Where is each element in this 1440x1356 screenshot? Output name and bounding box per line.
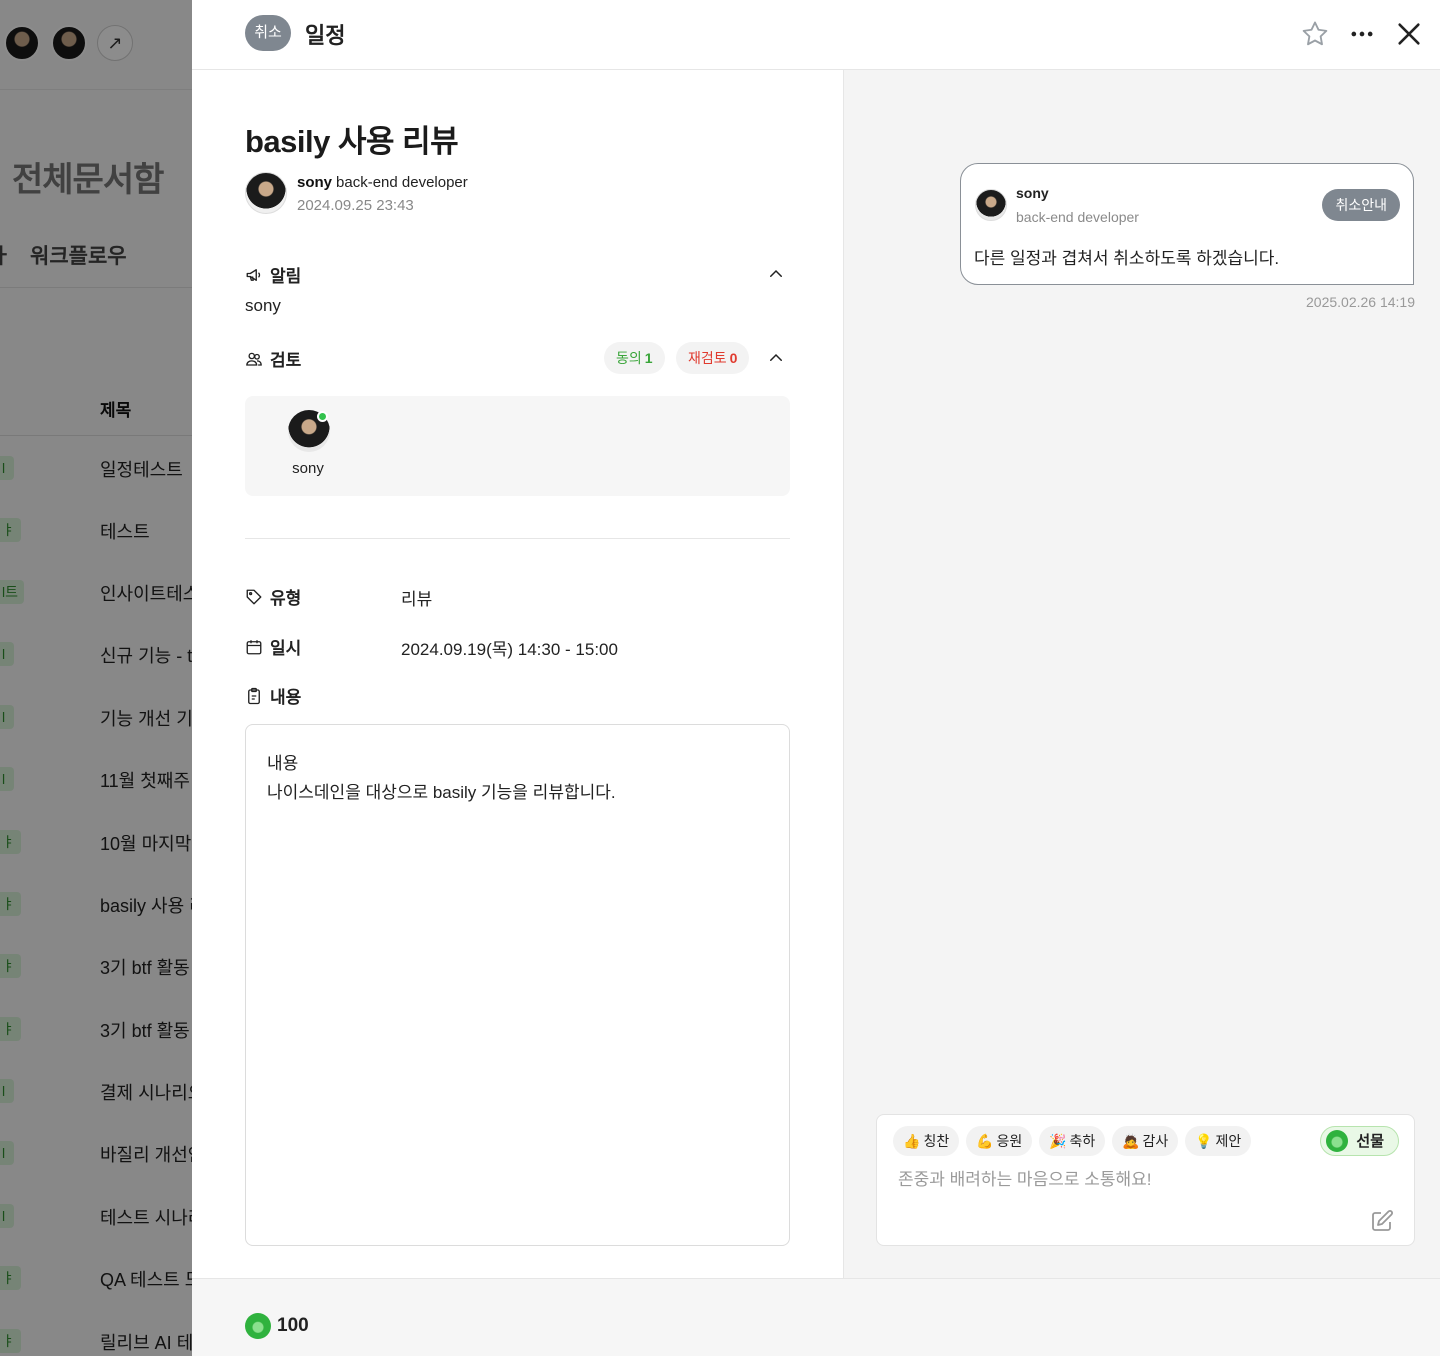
agree-label: 동의: [616, 350, 642, 366]
reaction-label: 감사: [1142, 1133, 1169, 1149]
calendar-icon: [246, 639, 262, 654]
author-date: 2024.09.25 23:43: [297, 197, 414, 214]
comment-timestamp: 2025.02.26 14:19: [1306, 294, 1415, 310]
content-label: 내용: [270, 688, 302, 707]
reaction-thanks-button[interactable]: 🙇 감사: [1112, 1126, 1179, 1156]
modal-header: 취소 일정: [192, 0, 1440, 70]
type-field-label: 유형: [245, 584, 301, 609]
commenter-avatar[interactable]: [975, 189, 1007, 221]
author-info: sony back-end developer: [297, 174, 468, 191]
author-role: back-end developer: [336, 174, 468, 191]
datetime-label: 일시: [270, 639, 302, 658]
gift-coin-icon: [1326, 1130, 1349, 1152]
content-field-label: 내용: [245, 683, 301, 708]
coin-count: 100: [277, 1315, 309, 1336]
alarm-recipient: sony: [245, 296, 281, 315]
reviewer-list: sony: [245, 396, 790, 496]
reaction-label: 응원: [996, 1133, 1023, 1149]
commenter-name: sony: [1016, 185, 1049, 201]
comment-composer: 👍 칭찬 💪 응원 🎉 축하 🙇 감사 💡 제안 선물: [876, 1114, 1415, 1246]
document-panel: basily 사용 리뷰 sony back-end developer 2024…: [192, 70, 843, 1278]
review-section-label: 검토: [245, 346, 301, 371]
reaction-celebrate-button[interactable]: 🎉 축하: [1039, 1126, 1106, 1156]
tag-icon: [246, 589, 262, 604]
background-page: ↗ 전체문서함 ㅏ 워크플로우 제목 l 일정테스트 ㅑ 테스트 l트 인사이트테스 …: [0, 0, 192, 1356]
agree-count-pill[interactable]: 동의 1: [604, 342, 665, 374]
rereview-label: 재검토: [688, 350, 727, 366]
clipboard-icon: [248, 687, 260, 704]
close-icon[interactable]: [1392, 17, 1426, 51]
reaction-suggest-button[interactable]: 💡 제안: [1185, 1126, 1252, 1156]
schedule-detail-modal: 취소 일정 basily 사용 리뷰 sony back-end develope…: [192, 0, 1440, 1356]
rereview-count-pill[interactable]: 재검토 0: [676, 342, 750, 374]
author-name: sony: [297, 174, 333, 191]
comment-bubble: sony back-end developer 취소안내 다른 일정과 겹쳐서 …: [960, 163, 1414, 285]
content-body: 내용 나이스데인을 대상으로 basily 기능을 리뷰합니다.: [245, 724, 790, 1246]
comment-type-badge: 취소안내: [1322, 189, 1400, 221]
edit-icon[interactable]: [1370, 1209, 1394, 1233]
flexed-arm-icon: 💪: [976, 1133, 994, 1149]
megaphone-icon: [246, 268, 261, 281]
type-value: 리뷰: [401, 590, 433, 609]
thumbs-up-icon: 👍: [903, 1133, 921, 1149]
light-bulb-icon: 💡: [1195, 1133, 1213, 1149]
bowing-person-icon: 🙇: [1122, 1133, 1140, 1149]
status-badge: 취소: [245, 15, 291, 51]
reviewer-name: sony: [292, 460, 324, 477]
party-popper-icon: 🎉: [1049, 1133, 1067, 1149]
document-title: basily 사용 리뷰: [245, 124, 459, 159]
datetime-field-label: 일시: [245, 634, 301, 659]
collapse-review-chevron-up-icon[interactable]: [765, 347, 787, 369]
coin-icon: [245, 1313, 271, 1339]
reaction-label: 축하: [1069, 1133, 1096, 1149]
reaction-cheer-button[interactable]: 💪 응원: [966, 1126, 1033, 1156]
gift-button[interactable]: 선물: [1320, 1126, 1399, 1156]
comment-text: 다른 일정과 겹쳐서 취소하도록 하겠습니다.: [974, 249, 1280, 268]
online-status-dot: [317, 411, 328, 422]
star-icon[interactable]: [1298, 17, 1332, 51]
commenter-role: back-end developer: [1016, 209, 1139, 225]
coin-balance: 100: [245, 1313, 309, 1339]
type-label: 유형: [270, 589, 302, 608]
reaction-praise-button[interactable]: 👍 칭찬: [893, 1126, 960, 1156]
modal-footer: 100: [192, 1278, 1440, 1356]
reaction-label: 칭찬: [923, 1133, 950, 1149]
datetime-value: 2024.09.19(목) 14:30 - 15:00: [401, 640, 618, 659]
alarm-section-label: 알림: [245, 262, 301, 287]
comment-panel: sony back-end developer 취소안내 다른 일정과 겹쳐서 …: [843, 70, 1440, 1278]
users-icon: [246, 352, 262, 366]
comment-input[interactable]: [898, 1170, 1358, 1190]
gift-label: 선물: [1356, 1132, 1384, 1150]
reaction-label: 제안: [1215, 1133, 1242, 1149]
modal-backdrop[interactable]: [0, 0, 192, 1356]
section-divider: [245, 538, 790, 539]
collapse-alarm-chevron-up-icon[interactable]: [765, 263, 787, 285]
review-label: 검토: [270, 351, 302, 370]
alarm-label: 알림: [270, 267, 302, 286]
modal-title: 일정: [305, 23, 346, 48]
agree-count: 1: [644, 350, 653, 366]
rereview-count: 0: [729, 350, 738, 366]
more-options-icon[interactable]: [1345, 17, 1379, 51]
author-avatar[interactable]: [245, 172, 287, 214]
